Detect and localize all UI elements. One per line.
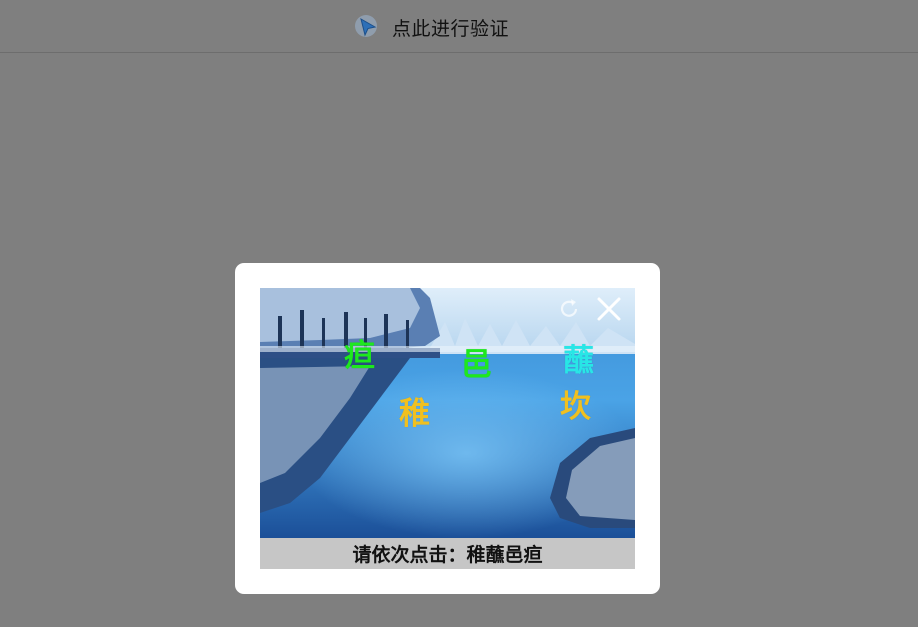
captcha-panel: 疸 邑 蘸 稚 坎 请依次点击：稚蘸邑疸 <box>260 288 635 569</box>
top-bar: 点此进行验证 <box>0 0 918 53</box>
verify-label: 点此进行验证 <box>392 17 510 40</box>
captcha-modal: 疸 邑 蘸 稚 坎 请依次点击：稚蘸邑疸 <box>235 263 660 594</box>
captcha-glyph[interactable]: 邑 <box>461 350 492 381</box>
captcha-instruction: 请依次点击：稚蘸邑疸 <box>260 538 635 569</box>
captcha-image[interactable]: 疸 邑 蘸 稚 坎 <box>260 288 635 538</box>
close-icon[interactable] <box>596 296 622 322</box>
captcha-glyph[interactable]: 蘸 <box>563 346 594 377</box>
captcha-glyph[interactable]: 坎 <box>560 392 591 423</box>
verify-trigger-button[interactable]: 点此进行验证 <box>354 12 509 42</box>
cursor-arrow-icon <box>354 14 380 40</box>
captcha-glyph[interactable]: 稚 <box>399 399 430 430</box>
captcha-glyph[interactable]: 疸 <box>344 341 375 372</box>
refresh-icon[interactable] <box>556 296 582 322</box>
